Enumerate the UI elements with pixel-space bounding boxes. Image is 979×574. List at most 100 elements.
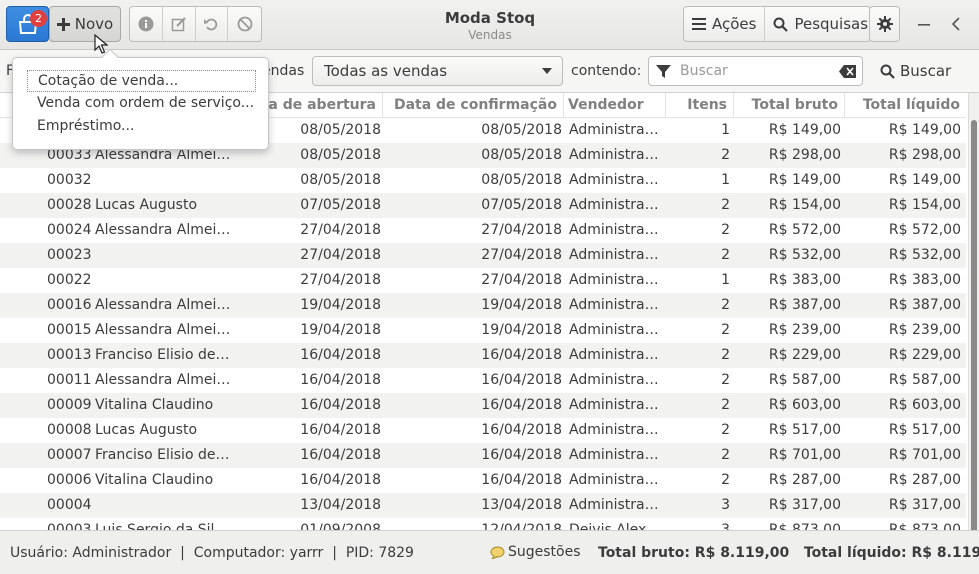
cell-vendedor: Administra… (569, 447, 659, 463)
cell-total-liquido: R$ 149,00 (888, 122, 961, 138)
cell-total-bruto: R$ 587,00 (768, 372, 841, 388)
acoes-button[interactable]: Ações (684, 7, 766, 41)
cell-id: 00023 (47, 247, 91, 263)
cell-total-liquido: R$ 239,00 (888, 322, 961, 338)
cell-confirmacao: 16/04/2018 (481, 372, 562, 388)
table-row[interactable]: 00003 Luis Sergio da Sil… 01/09/2008 12/04/… (0, 518, 966, 530)
sugestoes-button[interactable]: Sugestões (490, 544, 581, 560)
scrollbar-thumb[interactable] (971, 120, 977, 530)
cell-cliente: Luis Sergio da Sil… (95, 522, 229, 530)
cell-vendedor: Administra… (569, 397, 659, 413)
totals-summary: Total bruto: R$ 8.119,00 Total líquido: … (598, 545, 979, 561)
contendo-label: contendo: (571, 63, 642, 79)
minimize-button[interactable] (913, 13, 935, 35)
cancel-icon (237, 16, 253, 32)
cell-total-liquido: R$ 287,00 (888, 472, 961, 488)
cell-abertura: 16/04/2018 (300, 397, 381, 413)
table-row[interactable]: 00009 Vitalina Claudino 16/04/2018 16/04/20… (0, 393, 966, 418)
cell-total-bruto: R$ 383,00 (768, 272, 841, 288)
column-header-vendedor[interactable]: Vendedor (564, 93, 666, 117)
cell-abertura: 27/04/2018 (300, 247, 381, 263)
search-entry (648, 56, 863, 86)
buscar-button[interactable]: Buscar (872, 56, 952, 86)
cell-total-liquido: R$ 532,00 (888, 247, 961, 263)
table-row[interactable]: 00011 Alessandra Almei… 16/04/2018 16/04/20… (0, 368, 966, 393)
clear-icon[interactable] (839, 65, 856, 78)
cell-id: 00003 (47, 522, 91, 530)
menu-button-group: Ações Pesquisas (683, 6, 871, 42)
filter-icon[interactable] (656, 64, 671, 79)
cell-abertura: 13/04/2018 (300, 497, 381, 513)
table-row[interactable]: 00007 Franciso Elisio de… 16/04/2018 16/04/… (0, 443, 966, 468)
cell-vendedor: Administra… (569, 347, 659, 363)
novo-button[interactable]: Novo (49, 6, 121, 42)
cell-confirmacao: 16/04/2018 (481, 472, 562, 488)
sales-filter-combo[interactable]: Todas as vendas (312, 56, 563, 86)
column-header-confirmacao[interactable]: Data de confirmação (383, 93, 564, 117)
window-title-area: Moda Stoq Vendas (390, 9, 590, 42)
cell-itens: 1 (721, 172, 730, 188)
plus-icon (56, 17, 70, 31)
table-row[interactable]: 00006 Vitalina Claudino 16/04/2018 16/04/20… (0, 468, 966, 493)
menu-item-emprestimo[interactable]: Empréstimo... (27, 115, 256, 137)
table-row[interactable]: 00008 Lucas Augusto 16/04/2018 16/04/2018 Ad… (0, 418, 966, 443)
cell-id: 00007 (47, 447, 91, 463)
minimize-icon (918, 24, 930, 26)
details-button[interactable] (130, 7, 163, 41)
cell-confirmacao: 19/04/2018 (481, 297, 562, 313)
column-header-total-liquido[interactable]: Total líquido (845, 93, 966, 117)
vertical-scrollbar[interactable] (968, 93, 979, 530)
table-row[interactable]: 00028 Lucas Augusto 07/05/2018 07/05/2018 Ad… (0, 193, 966, 218)
table-row[interactable]: 00024 Alessandra Almei… 27/04/2018 27/04/20… (0, 218, 966, 243)
table-row[interactable]: 00015 Alessandra Almei… 19/04/2018 19/04/20… (0, 318, 966, 343)
table-row[interactable]: 00004 13/04/2018 13/04/2018 Administra… 3 R$ … (0, 493, 966, 518)
edit-button[interactable] (163, 7, 196, 41)
cancel-button[interactable] (228, 7, 261, 41)
undo-button[interactable] (196, 7, 229, 41)
table-row[interactable]: 00016 Alessandra Almei… 19/04/2018 19/04/20… (0, 293, 966, 318)
table-body: 08/05/2018 08/05/2018 Administra… 1 R$ 149,0… (0, 118, 966, 530)
cell-cliente: Alessandra Almei… (95, 297, 231, 313)
cell-id: 00016 (47, 297, 91, 313)
cell-vendedor: Administra… (569, 297, 659, 313)
launcher-button[interactable]: 2 (6, 6, 49, 42)
cell-confirmacao: 27/04/2018 (481, 247, 562, 263)
cell-vendedor: Administra… (569, 122, 659, 138)
pesquisas-button[interactable]: Pesquisas (765, 7, 870, 41)
cell-cliente: Alessandra Almei… (95, 222, 231, 238)
header-bar: 2 Novo Moda Stoq Vendas Ações Pesquisas (0, 0, 979, 50)
cell-itens: 2 (721, 147, 730, 163)
cell-abertura: 27/04/2018 (300, 272, 381, 288)
cell-cliente: Vitalina Claudino (95, 472, 214, 488)
column-header-total-bruto[interactable]: Total bruto (734, 93, 845, 117)
cell-itens: 2 (721, 322, 730, 338)
table-row[interactable]: 00032 08/05/2018 08/05/2018 Administra… 1 R$ … (0, 168, 966, 193)
column-header-itens[interactable]: Itens (666, 93, 734, 117)
cell-abertura: 27/04/2018 (300, 222, 381, 238)
cell-abertura: 08/05/2018 (300, 172, 381, 188)
cell-confirmacao: 08/05/2018 (481, 122, 562, 138)
cell-confirmacao: 08/05/2018 (481, 172, 562, 188)
cell-itens: 2 (721, 472, 730, 488)
cell-confirmacao: 19/04/2018 (481, 322, 562, 338)
cell-vendedor: Administra… (569, 197, 659, 213)
table-row[interactable]: 00013 Franciso Elisio de… 16/04/2018 16/04/… (0, 343, 966, 368)
menu-item-venda-os[interactable]: Venda com ordem de serviço... (27, 92, 256, 114)
cell-abertura: 16/04/2018 (300, 347, 381, 363)
back-button[interactable] (945, 13, 967, 35)
pesquisas-label: Pesquisas (794, 15, 869, 33)
search-input[interactable] (680, 61, 830, 81)
cell-total-bruto: R$ 532,00 (768, 247, 841, 263)
table-row[interactable]: 00022 27/04/2018 27/04/2018 Administra… 1 R$ … (0, 268, 966, 293)
cell-total-bruto: R$ 287,00 (768, 472, 841, 488)
cell-total-bruto: R$ 239,00 (768, 322, 841, 338)
cell-cliente: Franciso Elisio de… (95, 447, 230, 463)
settings-button[interactable] (869, 6, 900, 42)
menu-item-cotacao[interactable]: Cotação de venda... (27, 70, 256, 92)
cell-abertura: 16/04/2018 (300, 472, 381, 488)
notification-badge: 2 (30, 10, 47, 27)
table-row[interactable]: 00023 27/04/2018 27/04/2018 Administra… 2 R$ … (0, 243, 966, 268)
cell-total-liquido: R$ 701,00 (888, 447, 961, 463)
cell-total-liquido: R$ 298,00 (888, 147, 961, 163)
cell-abertura: 07/05/2018 (300, 197, 381, 213)
